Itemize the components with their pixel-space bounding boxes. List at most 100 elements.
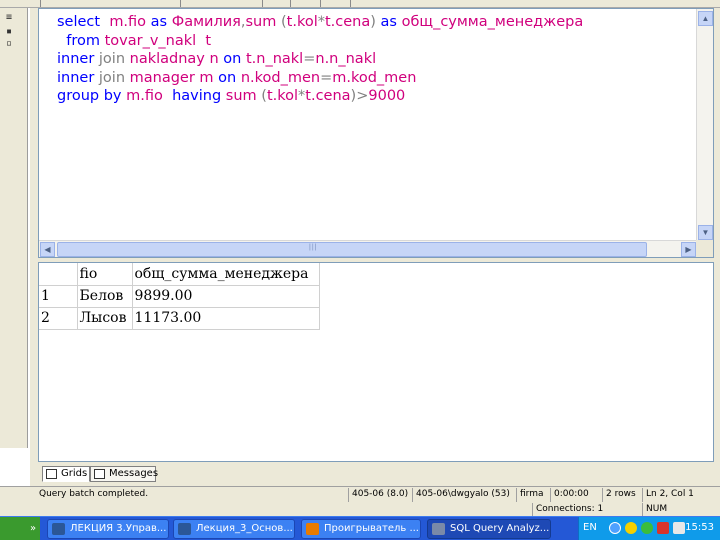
sql-token: sum	[225, 88, 262, 105]
sql-token: m.fio	[126, 88, 173, 105]
windows-taskbar: » ЛЕКЦИЯ 3.Управ... Лекция_3_Основ... Прои…	[0, 516, 720, 540]
scroll-grip-icon: |||	[309, 244, 318, 251]
taskbar-item[interactable]: SQL Query Analyz...	[427, 519, 551, 539]
editor-vertical-scrollbar[interactable]: ▲ ▼	[696, 9, 713, 240]
sql-line[interactable]: inner join nakladnay n on t.n_nakl=n.n_n…	[57, 50, 583, 69]
sql-code[interactable]: select m.fio as Фамилия,sum (t.kol*t.cen…	[57, 13, 583, 106]
row-number: 1	[39, 285, 78, 308]
sql-token: inner	[57, 69, 99, 86]
app-icon	[178, 523, 191, 535]
sql-token: 9000	[368, 88, 406, 105]
toolbar-button[interactable]	[320, 0, 332, 7]
taskbar-item-label: SQL Query Analyz...	[450, 523, 550, 534]
tray-speaker-icon[interactable]	[673, 522, 685, 534]
toolbar-button[interactable]	[290, 0, 302, 7]
status-message: Query batch completed.	[39, 489, 149, 499]
column-header-sum[interactable]: общ_сумма_менеджера	[132, 263, 320, 286]
app-icon	[432, 523, 445, 535]
sql-token: manager m	[129, 69, 219, 86]
sql-token: join	[98, 51, 130, 68]
sql-token: t.n_nakl	[245, 51, 304, 68]
cell-fio[interactable]: Белов	[77, 285, 133, 308]
row-number: 2	[39, 307, 78, 330]
toolbar-button[interactable]	[180, 0, 192, 7]
sql-token: Фамилия	[171, 14, 241, 30]
tree-node-icon[interactable]: ▪	[6, 26, 20, 38]
editor-horizontal-scrollbar[interactable]: ◀ ||| ▶	[39, 240, 697, 257]
scroll-thumb[interactable]	[57, 242, 647, 257]
sql-token: inner	[57, 51, 99, 68]
tab-grids-label: Grids	[61, 468, 88, 479]
status-connections: Connections: 1	[532, 503, 640, 516]
table-row[interactable]: 2 Лысов 11173.00	[39, 307, 320, 330]
sql-token: m.fio	[109, 14, 151, 30]
status-bar: Query batch completed. 405-06 (8.0) 405-…	[0, 486, 720, 502]
status-bar-secondary: Connections: 1 NUM	[0, 502, 720, 516]
taskbar-item-label: ЛЕКЦИЯ 3.Управ...	[70, 523, 167, 534]
sql-token: as	[380, 14, 402, 30]
scroll-left-icon[interactable]: ◀	[40, 242, 55, 257]
sql-token: select	[57, 14, 110, 30]
grid-header-row: fio общ_сумма_менеджера	[39, 263, 320, 286]
grid-icon	[46, 469, 57, 479]
sql-token: t.kol	[266, 88, 299, 105]
app-icon	[52, 523, 65, 535]
sql-line[interactable]: from tovar_v_nakl t	[57, 32, 583, 51]
sql-line[interactable]: group by m.fio having sum (t.kol*t.cena)…	[57, 87, 583, 106]
taskbar-item[interactable]: Проигрыватель ...	[301, 519, 421, 539]
sql-token: nakladnay n	[129, 51, 224, 68]
tray-shield-icon[interactable]	[625, 522, 637, 534]
scroll-down-icon[interactable]: ▼	[698, 225, 713, 240]
scroll-right-icon[interactable]: ▶	[681, 242, 696, 257]
sql-line[interactable]: inner join manager m on n.kod_men=m.kod_…	[57, 69, 583, 88]
taskbar-item-label: Лекция_3_Основ...	[196, 523, 293, 534]
tab-messages[interactable]: Messages	[90, 466, 158, 482]
results-tabbar: Grids Messages	[38, 462, 714, 484]
toolbar-button[interactable]	[350, 0, 362, 7]
query-analyzer-window: ≡ ▪ ▫ select m.fio as Фамилия,sum (t.kol…	[0, 0, 720, 540]
sql-token: n.kod_men	[240, 69, 321, 86]
tree-node-icon[interactable]: ▫	[6, 38, 20, 50]
cell-sum[interactable]: 11173.00	[132, 307, 320, 330]
sql-token: having	[172, 88, 226, 105]
sql-token: tovar_v_nakl t	[104, 32, 212, 49]
sql-token: n.n_nakl	[315, 51, 377, 68]
toolbar-button[interactable]	[40, 0, 52, 7]
column-header-fio[interactable]: fio	[77, 263, 133, 286]
tree-node-icon[interactable]: ≡	[6, 12, 20, 24]
language-indicator[interactable]: EN	[583, 522, 597, 533]
toolbar-strip	[0, 0, 720, 8]
sql-token: from	[57, 32, 105, 49]
object-browser-edge: ≡ ▪ ▫	[0, 8, 30, 488]
status-server: 405-06 (8.0)	[348, 488, 412, 502]
toolbar-button[interactable]	[262, 0, 274, 7]
status-rows: 2 rows	[602, 488, 642, 502]
cell-sum[interactable]: 9899.00	[132, 285, 320, 308]
sql-token: group by	[57, 88, 127, 105]
tray-arrow-icon[interactable]	[609, 522, 621, 534]
app-icon	[306, 523, 319, 535]
cell-fio[interactable]: Лысов	[77, 307, 133, 330]
taskbar-item[interactable]: Лекция_3_Основ...	[173, 519, 295, 539]
sql-token: *	[317, 14, 325, 30]
object-browser-panel: ≡ ▪ ▫	[0, 8, 28, 448]
results-grid[interactable]: fio общ_сумма_менеджера 1 Белов 9899.00 …	[38, 262, 714, 462]
status-num: NUM	[642, 503, 678, 516]
start-button[interactable]: »	[0, 517, 40, 540]
sql-token: as	[150, 14, 172, 30]
tray-network-icon[interactable]	[641, 522, 653, 534]
taskbar-clock[interactable]: 15:53	[685, 522, 714, 533]
tray-app-icon[interactable]	[657, 522, 669, 534]
scroll-up-icon[interactable]: ▲	[698, 11, 713, 26]
sql-token: >	[356, 88, 369, 105]
taskbar-item[interactable]: ЛЕКЦИЯ 3.Управ...	[47, 519, 169, 539]
sql-token: t.cena	[305, 88, 351, 105]
scroll-corner	[696, 240, 713, 257]
sql-editor[interactable]: select m.fio as Фамилия,sum (t.kol*t.cen…	[38, 8, 714, 258]
sql-line[interactable]: select m.fio as Фамилия,sum (t.kol*t.cen…	[57, 13, 583, 32]
sql-token: join	[98, 69, 130, 86]
tab-grids[interactable]: Grids	[42, 466, 90, 482]
table-row[interactable]: 1 Белов 9899.00	[39, 285, 320, 308]
sql-token: m.kod_men	[332, 69, 417, 86]
row-number-header	[39, 263, 78, 286]
